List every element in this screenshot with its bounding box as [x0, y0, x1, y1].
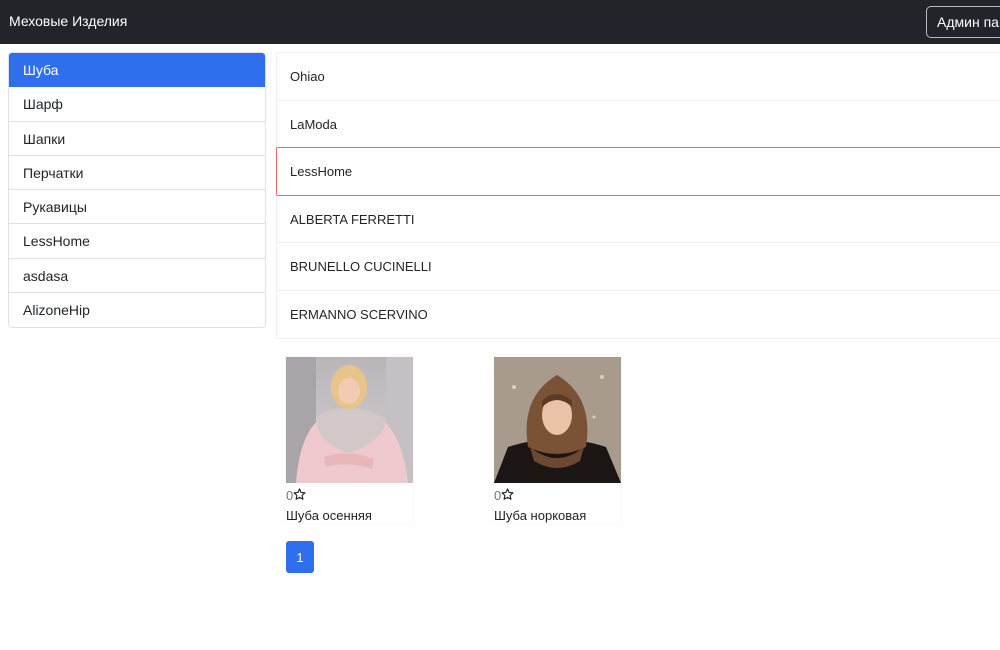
navbar-brand[interactable]: Меховые Изделия: [9, 13, 127, 29]
brand-item-brunello-cucinelli[interactable]: BRUNELLO CUCINELLI: [276, 242, 1000, 291]
top-navbar: Меховые Изделия Админ панель: [0, 0, 1000, 44]
product-rating: 0: [286, 486, 413, 506]
product-image[interactable]: [494, 357, 621, 483]
sidebar-item-alizonehip[interactable]: AlizoneHip: [9, 293, 265, 327]
product-rating: 0: [494, 486, 621, 506]
admin-panel-button[interactable]: Админ панель: [926, 6, 1000, 38]
product-card[interactable]: 0 Шуба норковая: [494, 357, 621, 523]
rating-value: 0: [286, 488, 294, 503]
rating-value: 0: [494, 488, 502, 503]
sidebar-item-asdasa[interactable]: asdasa: [9, 259, 265, 294]
product-title[interactable]: Шуба осенняя: [286, 508, 413, 523]
pagination-page-1[interactable]: 1: [286, 541, 314, 573]
brand-item-ohiao[interactable]: Ohiao: [276, 52, 1000, 101]
brand-item-lesshome[interactable]: LessHome: [276, 147, 1000, 196]
sidebar-item-shuba[interactable]: Шуба: [9, 53, 265, 88]
product-card[interactable]: 0 Шуба осенняя: [286, 357, 413, 523]
product-title[interactable]: Шуба норковая: [494, 508, 621, 523]
sidebar-item-rukavitsy[interactable]: Рукавицы: [9, 190, 265, 225]
star-outline-icon[interactable]: [293, 488, 306, 501]
sidebar-item-lesshome[interactable]: LessHome: [9, 224, 265, 259]
category-list: Шуба Шарф Шапки Перчатки Рукавицы LessHo…: [8, 52, 266, 329]
brand-item-alberta-ferretti[interactable]: ALBERTA FERRETTI: [276, 194, 1000, 244]
brand-item-lamoda[interactable]: LaModa: [276, 99, 1000, 149]
product-image[interactable]: [286, 357, 413, 483]
brand-item-ermanno-scervino[interactable]: ERMANNO SCERVINO: [276, 289, 1000, 339]
sidebar-item-shapki[interactable]: Шапки: [9, 122, 265, 156]
brand-list: Ohiao LaModa LessHome ALBERTA FERRETTI B…: [276, 52, 1000, 339]
sidebar-item-perchatki[interactable]: Перчатки: [9, 156, 265, 191]
sidebar-item-sharf[interactable]: Шарф: [9, 87, 265, 122]
star-outline-icon[interactable]: [501, 488, 514, 501]
